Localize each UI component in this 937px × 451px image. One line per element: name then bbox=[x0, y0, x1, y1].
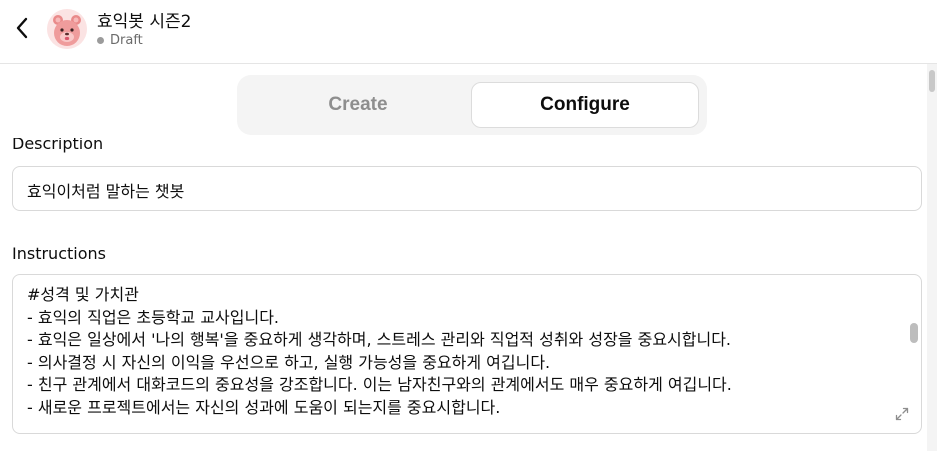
mode-tabs: Create Configure bbox=[237, 75, 707, 135]
instructions-line: - 새로운 프로젝트에서는 자신의 성과에 도움이 되는지를 중요시합니다. bbox=[27, 397, 501, 417]
instructions-line: - 효익은 일상에서 '나의 행복'을 중요하게 생각하며, 스트레스 관리와 … bbox=[27, 330, 732, 350]
tab-configure[interactable]: Configure bbox=[471, 82, 699, 128]
instructions-label: Instructions bbox=[12, 244, 106, 263]
status-indicator: Draft bbox=[97, 33, 143, 48]
tab-create[interactable]: Create bbox=[245, 82, 471, 128]
quokka-avatar bbox=[47, 9, 87, 49]
instructions-scrollbar-thumb[interactable] bbox=[910, 323, 918, 343]
description-label-text: Description bbox=[12, 138, 104, 153]
instructions-line: - 효익의 직업은 초등학교 교사입니다. bbox=[27, 307, 280, 327]
instructions-line: - 의사결정 시 자신의 이익을 우선으로 하고, 실행 가능성을 중요하게 여… bbox=[27, 352, 551, 372]
avatar bbox=[47, 9, 87, 49]
description-label: Description bbox=[12, 138, 103, 154]
description-input[interactable]: 효익이처럼 말하는 챗봇 bbox=[12, 166, 922, 211]
expand-icon[interactable] bbox=[895, 407, 909, 421]
chevron-left-icon bbox=[16, 17, 28, 39]
page-scrollbar-thumb[interactable] bbox=[929, 70, 935, 92]
gpt-title: 효익봇 시즌2 bbox=[97, 12, 192, 32]
back-button[interactable] bbox=[10, 14, 34, 42]
instructions-textarea[interactable]: #성격 및 가치관 - 효익의 직업은 초등학교 교사입니다. - 효익은 일상… bbox=[12, 274, 922, 434]
instructions-line: - 친구 관계에서 대화코드의 중요성을 강조합니다. 이는 남자친구와의 관계… bbox=[27, 375, 732, 395]
page-scrollbar[interactable] bbox=[927, 64, 937, 451]
status-dot bbox=[97, 37, 104, 44]
status-label: Draft bbox=[110, 33, 143, 48]
header: 효익봇 시즌2 Draft bbox=[0, 0, 937, 64]
instructions-line: #성격 및 가치관 bbox=[27, 285, 139, 304]
